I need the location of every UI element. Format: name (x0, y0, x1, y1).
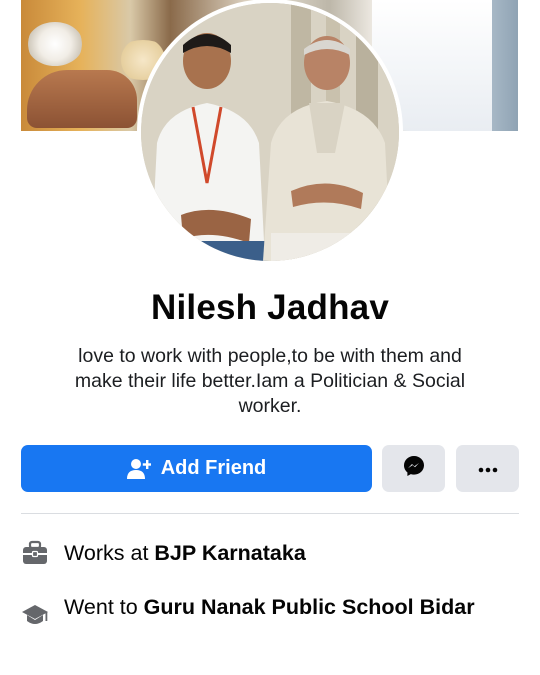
profile-name: Nilesh Jadhav (151, 288, 389, 327)
more-dots-icon (478, 460, 498, 478)
intro-education-row: Went to Guru Nanak Public School Bidar (21, 593, 519, 624)
cover-hand (27, 70, 137, 128)
graduation-cap-icon (21, 593, 49, 624)
message-button[interactable] (382, 445, 445, 492)
add-friend-label: Add Friend (160, 457, 267, 479)
section-divider (21, 513, 519, 514)
education-place-link[interactable]: Guru Nanak Public School Bidar (144, 595, 475, 619)
profile-bio: love to work with people,to be with them… (74, 345, 466, 417)
add-friend-button[interactable]: Add Friend (21, 445, 372, 492)
profile-photo[interactable] (141, 3, 399, 261)
add-person-icon (126, 458, 152, 480)
education-prefix: Went to (64, 595, 144, 619)
profile-photo-image (141, 3, 399, 261)
more-options-button[interactable] (456, 445, 519, 492)
messenger-icon (402, 454, 426, 483)
work-prefix: Works at (64, 541, 155, 565)
cover-flower (27, 22, 83, 66)
briefcase-icon (21, 539, 49, 567)
intro-work-row: Works at BJP Karnataka (21, 539, 519, 567)
work-place-link[interactable]: BJP Karnataka (154, 541, 305, 565)
